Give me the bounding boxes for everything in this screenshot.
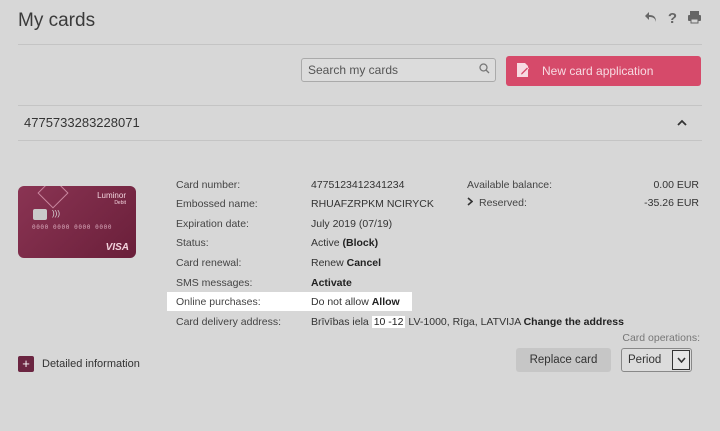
period-select-value: Period: [628, 354, 662, 366]
card-image: Luminor Debit ))) 0000 0000 0000 0000 VI…: [18, 186, 136, 258]
period-select[interactable]: Period: [621, 348, 692, 372]
contactless-icon: ))): [52, 209, 60, 218]
delivery-rest: LV-1000, Rīga, LATVIJA: [408, 316, 521, 328]
print-icon[interactable]: [687, 10, 702, 28]
online-purchases-value: Do not allow: [311, 296, 369, 308]
replace-card-button[interactable]: Replace card: [516, 348, 611, 372]
new-card-application-label: New card application: [542, 64, 654, 78]
cancel-renewal-link[interactable]: Cancel: [347, 257, 381, 269]
delivery-street: Brīvības iela: [311, 316, 369, 328]
embossed-name-value: RHUAFZRPKM NCIRYCK: [311, 198, 434, 210]
back-icon[interactable]: [644, 10, 658, 28]
card-image-number: 0000 0000 0000 0000: [32, 224, 113, 231]
card-renewal-row: Renew Cancel: [311, 257, 381, 269]
account-number[interactable]: 4775733283228071: [24, 115, 140, 130]
online-purchases-row: Do not allow Allow: [311, 296, 400, 308]
activate-sms-link[interactable]: Activate: [311, 277, 352, 289]
chevron-up-icon[interactable]: [677, 115, 687, 129]
sms-messages-label: SMS messages:: [176, 277, 253, 289]
help-icon[interactable]: ?: [668, 10, 677, 28]
reserved-toggle[interactable]: Reserved:: [467, 197, 527, 209]
block-link[interactable]: (Block): [343, 237, 379, 249]
allow-online-purchases-link[interactable]: Allow: [372, 296, 400, 308]
sms-messages-row: Activate: [311, 277, 352, 289]
chevron-right-icon: [467, 197, 474, 209]
header-actions: ?: [644, 10, 702, 28]
expiration-date-value: July 2019 (07/19): [311, 218, 393, 230]
status-value: Active: [311, 237, 340, 249]
chip-icon: [33, 209, 47, 220]
search-box[interactable]: [301, 58, 496, 82]
delivery-address-label: Card delivery address:: [176, 316, 282, 328]
status-label: Status:: [176, 237, 209, 249]
change-address-link[interactable]: Change the address: [524, 316, 624, 328]
embossed-name-label: Embossed name:: [176, 198, 258, 210]
account-divider-bottom: [18, 140, 702, 141]
card-operations-label: Card operations:: [622, 332, 700, 344]
available-balance-value: 0.00 EUR: [653, 179, 699, 191]
search-input[interactable]: [308, 63, 473, 77]
online-purchases-label: Online purchases:: [176, 296, 261, 308]
chevron-down-icon[interactable]: [672, 350, 690, 370]
card-renewal-value: Renew: [311, 257, 344, 269]
status-row: Active (Block): [311, 237, 378, 249]
reserved-label: Reserved:: [479, 197, 527, 209]
page-title: My cards: [18, 10, 96, 31]
visa-logo: VISA: [105, 242, 129, 253]
document-edit-icon: [516, 62, 530, 81]
available-balance-label: Available balance:: [467, 179, 553, 191]
card-renewal-label: Card renewal:: [176, 257, 242, 269]
card-brand: Luminor Debit: [97, 191, 126, 206]
card-number-value: 4775123412341234: [311, 179, 405, 191]
reserved-value: -35.26 EUR: [644, 197, 699, 209]
account-divider-top: [18, 105, 702, 106]
delivery-house: 10 -12: [371, 316, 406, 328]
plus-icon: +: [18, 356, 34, 372]
delivery-address-row: Brīvības iela 10 -12 LV-1000, Rīga, LATV…: [311, 316, 624, 328]
card-number-label: Card number:: [176, 179, 241, 191]
title-divider: [18, 44, 702, 45]
new-card-application-button[interactable]: New card application: [506, 56, 701, 86]
expiration-date-label: Expiration date:: [176, 218, 249, 230]
detailed-information-label: Detailed information: [42, 358, 140, 370]
search-icon[interactable]: [473, 61, 495, 79]
luminor-logo-icon: [37, 186, 69, 209]
detailed-information-toggle[interactable]: + Detailed information: [18, 356, 140, 372]
